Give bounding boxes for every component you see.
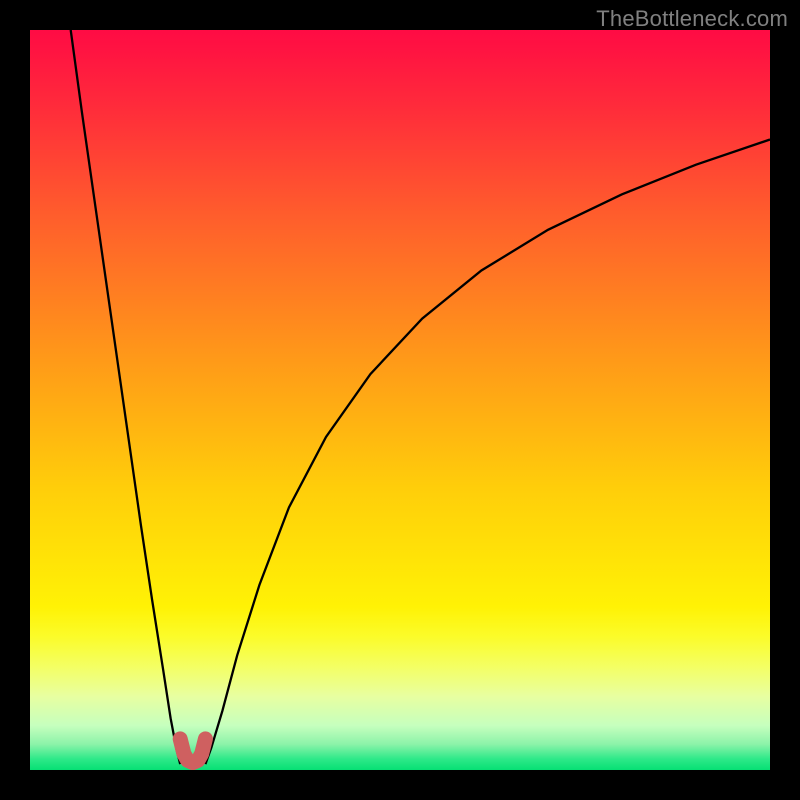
plot-area <box>30 30 770 770</box>
gradient-background <box>30 30 770 770</box>
watermark-text: TheBottleneck.com <box>596 6 788 32</box>
plot-svg <box>30 30 770 770</box>
chart-frame: TheBottleneck.com <box>0 0 800 800</box>
